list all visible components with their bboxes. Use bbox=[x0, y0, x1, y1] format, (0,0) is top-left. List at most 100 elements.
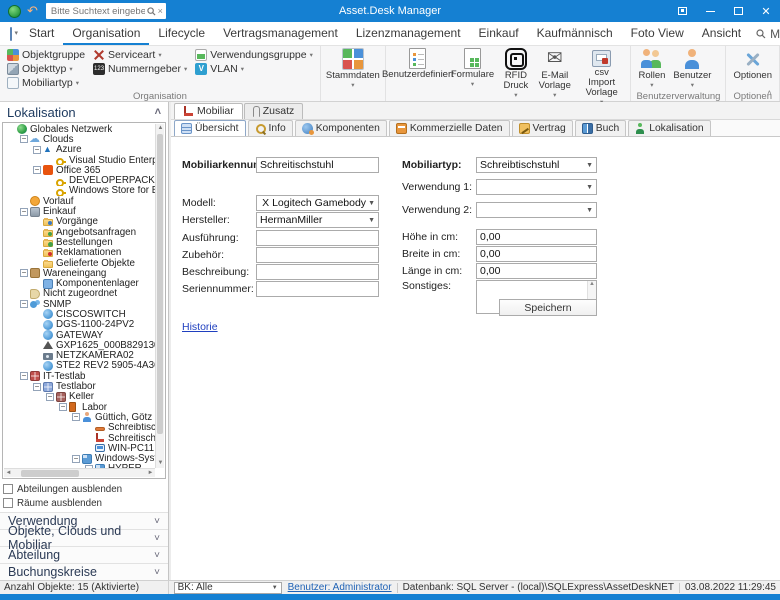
expander-minus-icon[interactable]: − bbox=[33, 166, 41, 175]
menu-tab-lizenzmanagement[interactable]: Lizenzmanagement bbox=[347, 22, 470, 45]
tree-vertical-scrollbar[interactable]: ▲ ▼ bbox=[155, 124, 164, 468]
combo-verwendung-1[interactable]: ▼ bbox=[476, 179, 597, 195]
ribbon-button-vlan[interactable]: VLAN▾ bbox=[193, 62, 315, 76]
tree-item-labor[interactable]: − Labor bbox=[4, 402, 155, 412]
input-h-he-in-cm[interactable]: 0,00 bbox=[476, 229, 597, 245]
scroll-thumb[interactable] bbox=[21, 469, 79, 477]
subtab-info[interactable]: Info bbox=[247, 120, 293, 136]
ribbon-button-stammdaten[interactable]: Stammdaten ▾ bbox=[324, 47, 382, 91]
combo-hersteller[interactable]: HermanMiller ▼ bbox=[256, 212, 379, 228]
close-button[interactable]: ✕ bbox=[752, 0, 780, 22]
tree-item-gelieferte-objekte[interactable]: Gelieferte Objekte bbox=[4, 258, 155, 268]
combo-mobiliartyp[interactable]: Schreibtischstuhl ▼ bbox=[476, 157, 597, 173]
global-search-input[interactable] bbox=[48, 4, 147, 18]
combo-verwendung-2[interactable]: ▼ bbox=[476, 202, 597, 218]
menu-tab-vertragsmanagement[interactable]: Vertragsmanagement bbox=[214, 22, 347, 45]
tree-item-developerpack[interactable]: DEVELOPERPACK bbox=[4, 175, 155, 186]
menu-tab-einkauf[interactable]: Einkauf bbox=[470, 22, 528, 45]
expander-minus-icon[interactable]: − bbox=[72, 454, 80, 463]
tree-item-nicht-zugeordnet[interactable]: Nicht zugeordnet bbox=[4, 289, 155, 299]
ribbon-button-optionen[interactable]: Optionen bbox=[729, 47, 776, 91]
sidebar-section-buchungskreise[interactable]: Buchungskreise ˅ bbox=[0, 563, 168, 580]
tree-item-globales-netzwerk[interactable]: Globales Netzwerk bbox=[4, 124, 155, 134]
ribbon-button-nummerngeber[interactable]: Nummerngeber▾ bbox=[91, 62, 189, 76]
global-search-box[interactable]: × bbox=[45, 3, 166, 19]
ribbon-button-benutzerdefiniert[interactable]: Benutzerdefiniert bbox=[382, 47, 454, 90]
checkbox-abteilungen-ausblenden[interactable]: Abteilungen ausblenden bbox=[3, 482, 165, 496]
tab-mobiliar[interactable]: Mobiliar bbox=[174, 103, 243, 119]
historie-link[interactable]: Historie bbox=[182, 321, 218, 333]
ribbon-button-objektgruppe[interactable]: Objektgruppe bbox=[5, 48, 87, 62]
checkbox-icon[interactable] bbox=[3, 484, 13, 494]
expander-minus-icon[interactable]: − bbox=[72, 413, 80, 422]
subtab-bersicht[interactable]: Übersicht bbox=[174, 120, 246, 136]
minimize-button[interactable] bbox=[696, 0, 724, 22]
ribbon-button-serviceart[interactable]: Serviceart ▾ bbox=[91, 48, 189, 62]
tree-item-clouds[interactable]: −Clouds bbox=[4, 134, 155, 145]
tree-item-office-365[interactable]: − Office 365 bbox=[4, 165, 155, 175]
maximize-button[interactable] bbox=[724, 0, 752, 22]
tree-item-win-pc11[interactable]: WIN-PC11 bbox=[4, 443, 155, 454]
tree-horizontal-scrollbar[interactable]: ◄ ► bbox=[4, 468, 155, 477]
ribbon-button-rfid-druck[interactable]: RFID Druck ▾ bbox=[498, 47, 534, 101]
scroll-thumb[interactable] bbox=[157, 134, 163, 434]
bk-filter-combo[interactable]: BK: Alle ▼ bbox=[173, 581, 282, 594]
input-beschreibung[interactable] bbox=[256, 264, 379, 280]
ribbon-button-objekttyp[interactable]: Objekttyp ▾ bbox=[5, 62, 87, 76]
menu-tab-start[interactable]: Start bbox=[20, 22, 63, 45]
tree-item-netzkamera02[interactable]: NETZKAMERA02 bbox=[4, 351, 155, 361]
tab-zusatz[interactable]: Zusatz bbox=[243, 103, 304, 119]
tree-item-bestellungen[interactable]: Bestellungen bbox=[4, 237, 155, 248]
collapse-chevron-icon[interactable]: ˄ bbox=[155, 106, 161, 118]
input-l-nge-in-cm[interactable]: 0,00 bbox=[476, 263, 597, 279]
tree-item-it-testlab[interactable]: − IT-Testlab bbox=[4, 371, 155, 381]
tree-item-komponentenlager[interactable]: Komponentenlager bbox=[4, 278, 155, 289]
tree-item-angebotsanfragen[interactable]: Angebotsanfragen bbox=[4, 227, 155, 237]
tree-item-windows-systeme[interactable]: −Windows-Systeme bbox=[4, 454, 155, 464]
expander-minus-icon[interactable]: − bbox=[20, 135, 28, 144]
menu-search[interactable]: Menüpunkt suc... bbox=[750, 27, 780, 41]
ribbon-button-csv-import-vorlage[interactable]: csv Import Vorlage▾ bbox=[576, 47, 628, 108]
expander-minus-icon[interactable]: − bbox=[20, 207, 28, 216]
subtab-vertrag[interactable]: Vertrag bbox=[511, 120, 573, 136]
input-zubeh-r[interactable] bbox=[256, 247, 379, 263]
tree-item-testlabor[interactable]: − Testlabor bbox=[4, 381, 155, 392]
tree-item-gateway[interactable]: GATEWAY bbox=[4, 330, 155, 340]
expander-minus-icon[interactable]: − bbox=[20, 372, 28, 381]
clear-search-icon[interactable]: × bbox=[158, 6, 163, 16]
input-ausf-hrung[interactable] bbox=[256, 230, 379, 246]
tree-item-snmp[interactable]: − SNMP bbox=[4, 299, 155, 309]
scroll-up-icon[interactable]: ▲ bbox=[156, 124, 165, 133]
tree-item-keller[interactable]: − Keller bbox=[4, 392, 155, 402]
tree-item-ste2-rev2-5905-4a36[interactable]: STE2 REV2 5905-4A36 bbox=[4, 361, 155, 371]
scroll-right-icon[interactable]: ► bbox=[146, 470, 155, 476]
input-mobiliarkennung[interactable]: Schreitischstuhl bbox=[256, 157, 379, 173]
scroll-up-icon[interactable]: ▲ bbox=[588, 281, 596, 287]
scroll-down-icon[interactable]: ▼ bbox=[156, 459, 165, 468]
ribbon-button-mobiliartyp[interactable]: Mobiliartyp ▾ bbox=[5, 76, 87, 90]
expander-minus-icon[interactable]: − bbox=[46, 392, 54, 401]
ribbon-collapse-icon[interactable]: ˄ bbox=[767, 88, 772, 98]
expander-minus-icon[interactable]: − bbox=[33, 145, 41, 154]
expander-minus-icon[interactable]: − bbox=[20, 300, 28, 309]
tree-item-wareneingang[interactable]: − Wareneingang bbox=[4, 268, 155, 278]
backstage-menu-icon[interactable] bbox=[10, 26, 18, 41]
ribbon-button-rollen[interactable]: Rollen ▾ bbox=[634, 47, 669, 91]
tree-item-einkauf[interactable]: − Einkauf bbox=[4, 206, 155, 217]
undo-icon[interactable]: ↶ bbox=[27, 1, 38, 21]
subtab-kommerzielle-daten[interactable]: Kommerzielle Daten bbox=[388, 120, 510, 136]
tree-item-vorlauf[interactable]: Vorlauf bbox=[4, 196, 155, 206]
sidebar-header[interactable]: Lokalisation ˄ bbox=[0, 102, 168, 122]
subtab-lokalisation[interactable]: Lokalisation bbox=[628, 120, 711, 136]
tree-item-g-ttich-g-tz[interactable]: − Güttich, Götz bbox=[4, 412, 155, 423]
input-seriennummer[interactable] bbox=[256, 281, 379, 297]
sidebar-section-objekte-clouds-und-mobiliar[interactable]: Objekte, Clouds und Mobiliar ˅ bbox=[0, 524, 168, 552]
input-breite-in-cm[interactable]: 0,00 bbox=[476, 246, 597, 262]
save-button[interactable]: Speichern bbox=[499, 299, 597, 316]
tree-item-windows-store-for-business[interactable]: Windows Store for Business bbox=[4, 186, 155, 197]
tree-item-schreitischstuhl-dr[interactable]: Schreitischstuhl Dr bbox=[4, 433, 155, 443]
menu-tab-kaufm-nnisch[interactable]: Kaufmännisch bbox=[528, 22, 622, 45]
tree-item-gxp1625-000b829130b6[interactable]: GXP1625_000B829130B6 bbox=[4, 340, 155, 351]
expander-minus-icon[interactable]: − bbox=[20, 269, 28, 278]
subtab-komponenten[interactable]: Komponenten bbox=[294, 120, 387, 136]
